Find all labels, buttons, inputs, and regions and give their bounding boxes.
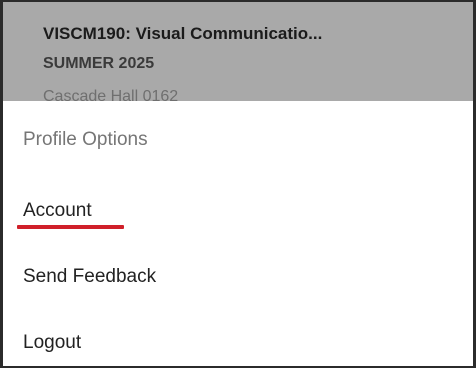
menu-item-account[interactable]: Account: [23, 200, 92, 222]
account-highlight-underline: [17, 225, 124, 229]
profile-options-menu: Profile Options Account Send Feedback Lo…: [3, 101, 473, 366]
app-frame: VISCM190: Visual Communicatio... SUMMER …: [0, 0, 476, 368]
course-location: Cascade Hall 0162: [43, 88, 179, 101]
course-header: VISCM190: Visual Communicatio... SUMMER …: [3, 2, 473, 101]
menu-item-logout[interactable]: Logout: [23, 332, 81, 354]
menu-item-send-feedback[interactable]: Send Feedback: [23, 266, 156, 288]
course-title: VISCM190: Visual Communicatio...: [43, 24, 323, 43]
menu-heading: Profile Options: [23, 129, 148, 150]
course-term: SUMMER 2025: [43, 55, 155, 72]
